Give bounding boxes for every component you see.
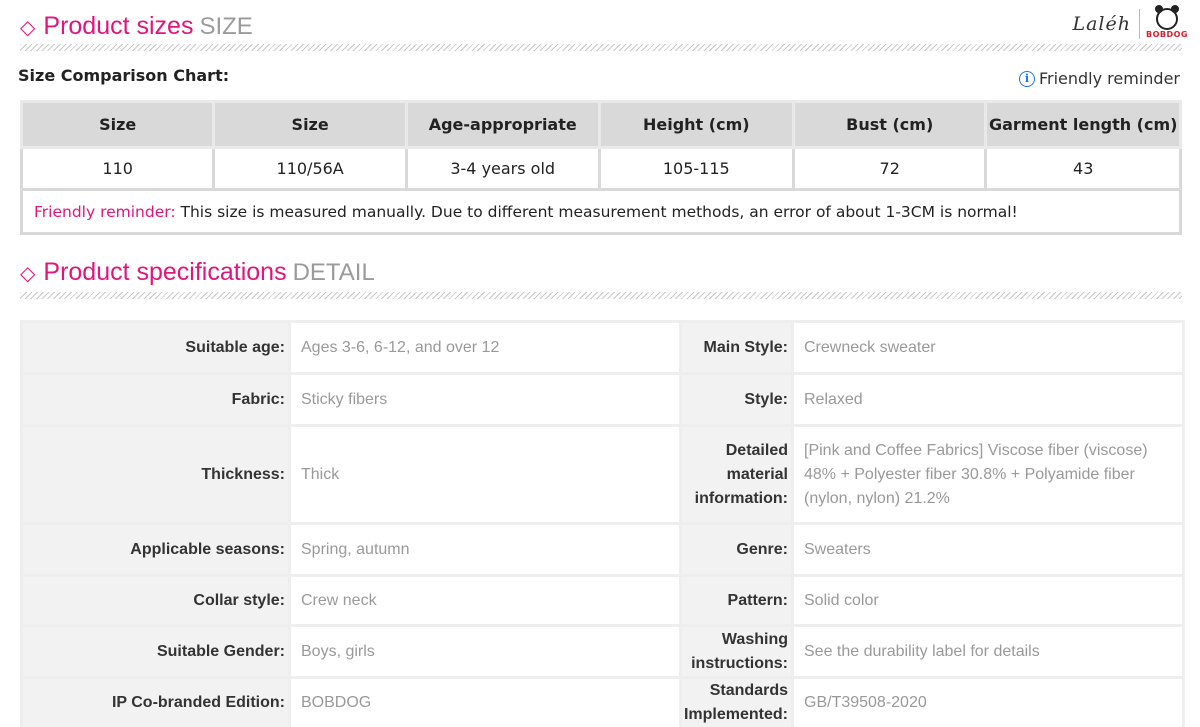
size-table-header-row: Size Size Age-appropriate Height (cm) Bu…: [19, 100, 1182, 149]
sizes-section-subtitle: SIZE: [199, 13, 253, 40]
spec-row: Fabric: Sticky fibers Style: Relaxed: [20, 372, 1185, 427]
spec-value: Sweaters: [791, 522, 1185, 577]
size-note-label: Friendly reminder:: [34, 202, 176, 221]
spec-section-title: Product specifications: [43, 258, 287, 286]
spec-value: [Pink and Coffee Fabrics] Viscose fiber …: [791, 424, 1185, 525]
diamond-icon: ◇: [20, 263, 36, 285]
size-table-row: 110 110/56A 3-4 years old 105-115 72 43: [19, 146, 1182, 191]
size-table-header: Garment length (cm): [984, 100, 1182, 149]
spec-section-header: ◇ Product specifications DETAIL: [20, 258, 375, 287]
size-table-cell: 43: [984, 146, 1182, 191]
spec-row: IP Co-branded Edition: BOBDOG Standards …: [20, 676, 1185, 727]
size-table-cell: 105-115: [597, 146, 796, 191]
spec-value: Crewneck sweater: [791, 320, 1185, 375]
size-table-cell: 110: [19, 146, 216, 191]
spec-key: Genre:: [679, 522, 794, 577]
size-comparison-table: Size Size Age-appropriate Height (cm) Bu…: [19, 100, 1182, 235]
logo-signature: Laléh: [1072, 12, 1131, 35]
spec-key: Pattern:: [679, 574, 794, 627]
hatch-divider: [20, 292, 1182, 299]
bobdog-logo: BOBDOG: [1145, 5, 1188, 39]
diamond-icon: ◇: [20, 17, 36, 39]
size-note-text: This size is measured manually. Due to d…: [175, 202, 1018, 221]
size-table-cell: 110/56A: [212, 146, 408, 191]
spec-value: Spring, autumn: [288, 522, 682, 577]
spec-key: Style:: [679, 372, 794, 427]
size-note: Friendly reminder: This size is measured…: [20, 188, 1182, 235]
spec-key: Detailed material information:: [679, 424, 794, 525]
spec-table: Suitable age: Ages 3-6, 6-12, and over 1…: [20, 320, 1185, 727]
spec-key: Collar style:: [20, 574, 291, 627]
friendly-reminder-link[interactable]: i Friendly reminder: [1018, 69, 1180, 88]
size-note-row: Friendly reminder: This size is measured…: [20, 188, 1182, 235]
size-table-header: Bust (cm): [792, 100, 988, 149]
spec-key: Suitable age:: [20, 320, 291, 375]
spec-value: See the durability label for details: [791, 624, 1185, 679]
info-icon: i: [1018, 70, 1035, 87]
sizes-section-title: Product sizes: [43, 12, 194, 40]
spec-value: GB/T39508-2020: [791, 676, 1185, 727]
logo-brand-text: BOBDOG: [1145, 30, 1188, 39]
spec-value: Sticky fibers: [288, 372, 682, 427]
spec-value: Ages 3-6, 6-12, and over 12: [288, 320, 682, 375]
spec-row: Collar style: Crew neck Pattern: Solid c…: [20, 574, 1185, 627]
spec-row: Thickness: Thick Detailed material infor…: [20, 424, 1185, 525]
friendly-reminder-label: Friendly reminder: [1038, 69, 1180, 88]
brand-logo: Laléh BOBDOG: [1072, 5, 1188, 39]
spec-value: Thick: [288, 424, 682, 525]
dog-icon: [1154, 5, 1179, 30]
size-table-cell: 3-4 years old: [404, 146, 601, 191]
spec-key: Thickness:: [20, 424, 291, 525]
spec-value: Boys, girls: [288, 624, 682, 679]
spec-row: Applicable seasons: Spring, autumn Genre…: [20, 522, 1185, 577]
logo-divider: [1138, 8, 1140, 39]
spec-value: BOBDOG: [288, 676, 682, 727]
spec-key: Washing instructions:: [679, 624, 794, 679]
spec-key: Fabric:: [20, 372, 291, 427]
spec-value: Crew neck: [288, 574, 682, 627]
spec-value: Solid color: [791, 574, 1185, 627]
spec-key: Applicable seasons:: [20, 522, 291, 577]
spec-value: Relaxed: [791, 372, 1185, 427]
spec-section-subtitle: DETAIL: [292, 259, 375, 286]
spec-key: Suitable Gender:: [20, 624, 291, 679]
sizes-section-header: ◇ Product sizes SIZE: [20, 12, 253, 41]
spec-key: IP Co-branded Edition:: [20, 676, 291, 727]
size-chart-label: Size Comparison Chart:: [18, 66, 230, 85]
spec-key: Standards Implemented:: [679, 676, 794, 727]
size-table-header: Size: [212, 100, 408, 149]
size-table-cell: 72: [792, 146, 988, 191]
spec-row: Suitable Gender: Boys, girls Washing ins…: [20, 624, 1185, 679]
spec-row: Suitable age: Ages 3-6, 6-12, and over 1…: [20, 320, 1185, 375]
hatch-divider: [20, 44, 1182, 51]
size-table-header: Size: [19, 100, 216, 149]
spec-key: Main Style:: [679, 320, 794, 375]
size-table-header: Height (cm): [597, 100, 796, 149]
size-table-header: Age-appropriate: [404, 100, 601, 149]
